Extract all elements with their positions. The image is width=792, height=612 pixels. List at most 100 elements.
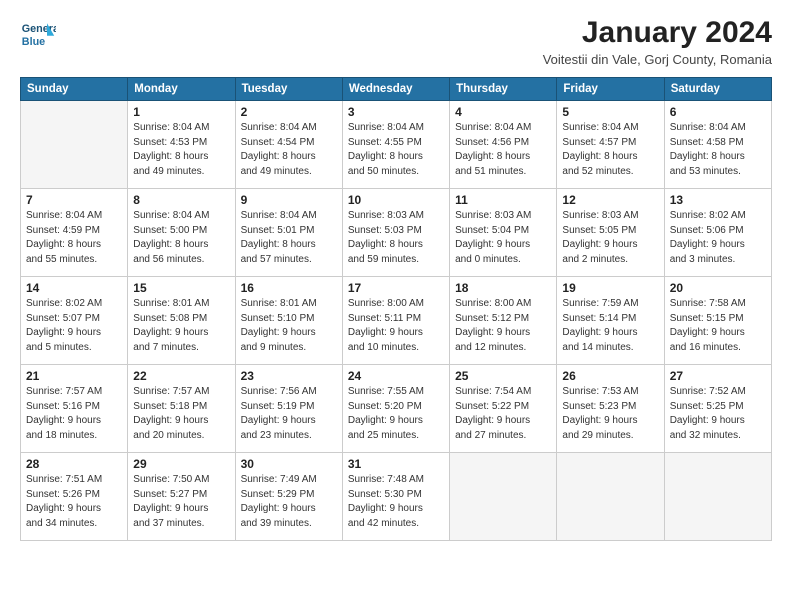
day-number: 14	[26, 281, 122, 295]
table-row	[21, 101, 128, 189]
day-info: Sunrise: 7:48 AMSunset: 5:30 PMDaylight:…	[348, 473, 444, 531]
day-info: Sunrise: 7:52 AMSunset: 5:25 PMDaylight:…	[670, 385, 766, 443]
table-row: 10 Sunrise: 8:03 AMSunset: 5:03 PMDayligh…	[342, 189, 449, 277]
day-number: 26	[562, 369, 658, 383]
day-info: Sunrise: 8:03 AMSunset: 5:05 PMDaylight:…	[562, 209, 658, 267]
day-number: 17	[348, 281, 444, 295]
day-info: Sunrise: 7:51 AMSunset: 5:26 PMDaylight:…	[26, 473, 122, 531]
day-number: 19	[562, 281, 658, 295]
day-info: Sunrise: 8:03 AMSunset: 5:04 PMDaylight:…	[455, 209, 551, 267]
day-number: 8	[133, 193, 229, 207]
header-thursday: Thursday	[450, 78, 557, 101]
day-info: Sunrise: 8:03 AMSunset: 5:03 PMDaylight:…	[348, 209, 444, 267]
day-number: 5	[562, 105, 658, 119]
day-number: 3	[348, 105, 444, 119]
day-info: Sunrise: 7:49 AMSunset: 5:29 PMDaylight:…	[241, 473, 337, 531]
day-number: 24	[348, 369, 444, 383]
table-row: 8 Sunrise: 8:04 AMSunset: 5:00 PMDaylight…	[128, 189, 235, 277]
day-number: 6	[670, 105, 766, 119]
calendar-header-row: Sunday Monday Tuesday Wednesday Thursday…	[21, 78, 772, 101]
table-row: 18 Sunrise: 8:00 AMSunset: 5:12 PMDayligh…	[450, 277, 557, 365]
day-number: 25	[455, 369, 551, 383]
day-info: Sunrise: 8:04 AMSunset: 4:53 PMDaylight:…	[133, 121, 229, 179]
location-subtitle: Voitestii din Vale, Gorj County, Romania	[543, 52, 772, 67]
table-row: 28 Sunrise: 7:51 AMSunset: 5:26 PMDayligh…	[21, 453, 128, 541]
month-year-title: January 2024	[543, 16, 772, 50]
day-number: 28	[26, 457, 122, 471]
table-row: 9 Sunrise: 8:04 AMSunset: 5:01 PMDaylight…	[235, 189, 342, 277]
day-info: Sunrise: 8:02 AMSunset: 5:06 PMDaylight:…	[670, 209, 766, 267]
day-number: 21	[26, 369, 122, 383]
day-info: Sunrise: 7:50 AMSunset: 5:27 PMDaylight:…	[133, 473, 229, 531]
day-number: 13	[670, 193, 766, 207]
table-row: 30Sunrise: 7:49 AMSunset: 5:29 PMDayligh…	[235, 453, 342, 541]
day-info: Sunrise: 7:55 AMSunset: 5:20 PMDaylight:…	[348, 385, 444, 443]
calendar-week-row: 21 Sunrise: 7:57 AMSunset: 5:16 PMDayligh…	[21, 365, 772, 453]
table-row: 15 Sunrise: 8:01 AMSunset: 5:08 PMDayligh…	[128, 277, 235, 365]
table-row: 2Sunrise: 8:04 AMSunset: 4:54 PMDaylight…	[235, 101, 342, 189]
day-number: 12	[562, 193, 658, 207]
table-row: 23 Sunrise: 7:56 AMSunset: 5:19 PMDayligh…	[235, 365, 342, 453]
day-number: 4	[455, 105, 551, 119]
calendar-table: Sunday Monday Tuesday Wednesday Thursday…	[20, 77, 772, 541]
day-number: 20	[670, 281, 766, 295]
table-row: 17 Sunrise: 8:00 AMSunset: 5:11 PMDayligh…	[342, 277, 449, 365]
table-row: 29Sunrise: 7:50 AMSunset: 5:27 PMDayligh…	[128, 453, 235, 541]
day-number: 31	[348, 457, 444, 471]
header-tuesday: Tuesday	[235, 78, 342, 101]
day-number: 10	[348, 193, 444, 207]
logo-icon: General Blue	[20, 16, 56, 52]
table-row: 12 Sunrise: 8:03 AMSunset: 5:05 PMDayligh…	[557, 189, 664, 277]
table-row: 21 Sunrise: 7:57 AMSunset: 5:16 PMDayligh…	[21, 365, 128, 453]
day-number: 22	[133, 369, 229, 383]
header-friday: Friday	[557, 78, 664, 101]
table-row: 11 Sunrise: 8:03 AMSunset: 5:04 PMDayligh…	[450, 189, 557, 277]
day-number: 1	[133, 105, 229, 119]
table-row: 3Sunrise: 8:04 AMSunset: 4:55 PMDaylight…	[342, 101, 449, 189]
calendar-week-row: 28 Sunrise: 7:51 AMSunset: 5:26 PMDayligh…	[21, 453, 772, 541]
table-row: 27 Sunrise: 7:52 AMSunset: 5:25 PMDayligh…	[664, 365, 771, 453]
day-info: Sunrise: 7:59 AMSunset: 5:14 PMDaylight:…	[562, 297, 658, 355]
calendar-week-row: 14Sunrise: 8:02 AMSunset: 5:07 PMDayligh…	[21, 277, 772, 365]
day-info: Sunrise: 8:00 AMSunset: 5:11 PMDaylight:…	[348, 297, 444, 355]
title-block: January 2024 Voitestii din Vale, Gorj Co…	[543, 16, 772, 67]
day-info: Sunrise: 7:57 AMSunset: 5:16 PMDaylight:…	[26, 385, 122, 443]
header-monday: Monday	[128, 78, 235, 101]
header: General Blue January 2024 Voitestii din …	[20, 16, 772, 67]
day-info: Sunrise: 8:04 AMSunset: 4:57 PMDaylight:…	[562, 121, 658, 179]
table-row: 24 Sunrise: 7:55 AMSunset: 5:20 PMDayligh…	[342, 365, 449, 453]
day-info: Sunrise: 8:01 AMSunset: 5:08 PMDaylight:…	[133, 297, 229, 355]
table-row: 26Sunrise: 7:53 AMSunset: 5:23 PMDayligh…	[557, 365, 664, 453]
day-info: Sunrise: 7:56 AMSunset: 5:19 PMDaylight:…	[241, 385, 337, 443]
day-number: 2	[241, 105, 337, 119]
day-number: 11	[455, 193, 551, 207]
page: General Blue January 2024 Voitestii din …	[0, 0, 792, 612]
header-sunday: Sunday	[21, 78, 128, 101]
logo: General Blue	[20, 16, 56, 52]
table-row: 25Sunrise: 7:54 AMSunset: 5:22 PMDayligh…	[450, 365, 557, 453]
day-number: 9	[241, 193, 337, 207]
day-number: 7	[26, 193, 122, 207]
table-row: 7 Sunrise: 8:04 AMSunset: 4:59 PMDaylight…	[21, 189, 128, 277]
table-row	[450, 453, 557, 541]
day-info: Sunrise: 8:00 AMSunset: 5:12 PMDaylight:…	[455, 297, 551, 355]
day-info: Sunrise: 8:04 AMSunset: 4:59 PMDaylight:…	[26, 209, 122, 267]
table-row: 16Sunrise: 8:01 AMSunset: 5:10 PMDayligh…	[235, 277, 342, 365]
day-number: 18	[455, 281, 551, 295]
table-row: 22Sunrise: 7:57 AMSunset: 5:18 PMDayligh…	[128, 365, 235, 453]
table-row: 13 Sunrise: 8:02 AMSunset: 5:06 PMDayligh…	[664, 189, 771, 277]
table-row: 4Sunrise: 8:04 AMSunset: 4:56 PMDaylight…	[450, 101, 557, 189]
day-info: Sunrise: 8:04 AMSunset: 5:00 PMDaylight:…	[133, 209, 229, 267]
day-info: Sunrise: 7:58 AMSunset: 5:15 PMDaylight:…	[670, 297, 766, 355]
table-row: 1 Sunrise: 8:04 AMSunset: 4:53 PMDaylight…	[128, 101, 235, 189]
day-number: 15	[133, 281, 229, 295]
day-info: Sunrise: 8:04 AMSunset: 5:01 PMDaylight:…	[241, 209, 337, 267]
day-info: Sunrise: 8:01 AMSunset: 5:10 PMDaylight:…	[241, 297, 337, 355]
table-row: 14Sunrise: 8:02 AMSunset: 5:07 PMDayligh…	[21, 277, 128, 365]
header-saturday: Saturday	[664, 78, 771, 101]
day-number: 23	[241, 369, 337, 383]
table-row: 5 Sunrise: 8:04 AMSunset: 4:57 PMDaylight…	[557, 101, 664, 189]
day-number: 27	[670, 369, 766, 383]
table-row: 6Sunrise: 8:04 AMSunset: 4:58 PMDaylight…	[664, 101, 771, 189]
table-row: 19 Sunrise: 7:59 AMSunset: 5:14 PMDayligh…	[557, 277, 664, 365]
